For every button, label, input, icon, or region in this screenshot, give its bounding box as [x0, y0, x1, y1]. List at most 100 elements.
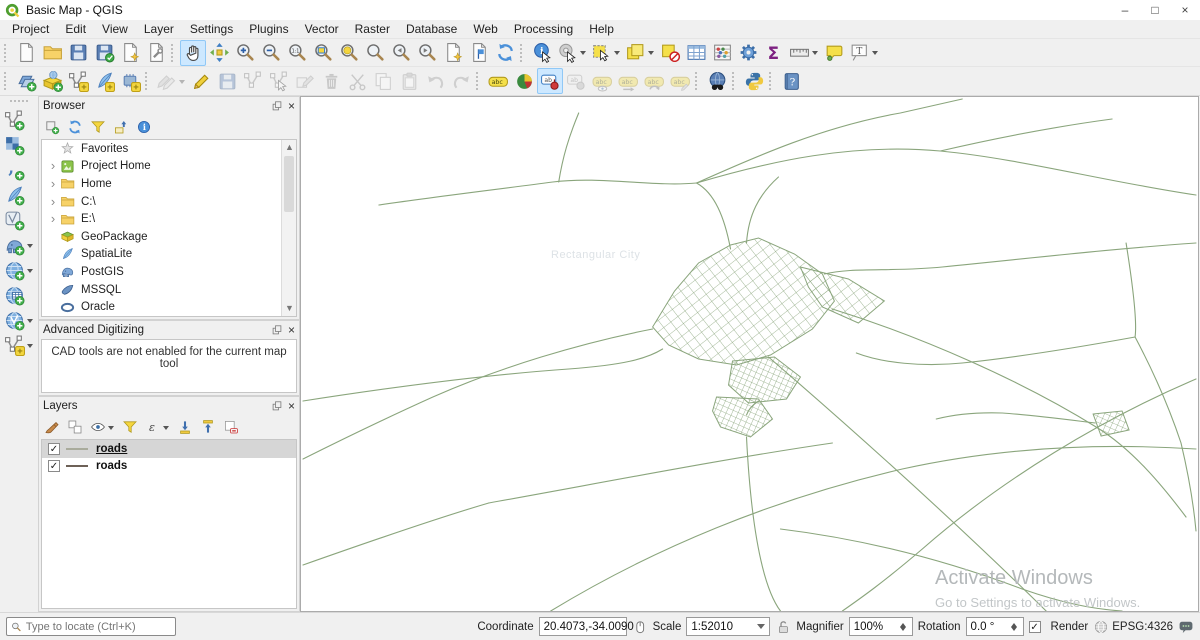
- zoom-full-button[interactable]: [310, 40, 336, 66]
- pan-map-button[interactable]: [180, 39, 206, 66]
- select-features-button[interactable]: [589, 40, 623, 66]
- zoom-native-button[interactable]: [284, 40, 310, 66]
- change-label-button[interactable]: [537, 68, 563, 94]
- modify-attributes-button[interactable]: [292, 68, 318, 94]
- new-bookmark-button[interactable]: [440, 40, 466, 66]
- browser-item-postgis[interactable]: PostGIS: [42, 263, 296, 281]
- menu-project[interactable]: Project: [4, 22, 57, 36]
- collapse-all-layers-button[interactable]: [198, 417, 218, 437]
- spinner-arrows[interactable]: [899, 620, 910, 633]
- toolbar-handle[interactable]: [4, 72, 9, 90]
- zoom-to-layer-button[interactable]: [362, 40, 388, 66]
- open-attribute-table-button[interactable]: [683, 40, 709, 66]
- new-temporary-scratch-layer-button[interactable]: [117, 68, 143, 94]
- add-wms-layer-button[interactable]: [0, 258, 38, 283]
- layer-labeling-button[interactable]: [485, 68, 511, 94]
- show-layout-manager-button[interactable]: [143, 40, 169, 66]
- new-virtual-layer-button[interactable]: [0, 333, 38, 358]
- float-panel-icon[interactable]: [271, 400, 283, 412]
- add-wcs-layer-button[interactable]: [0, 283, 38, 308]
- save-project-button[interactable]: [65, 40, 91, 66]
- measure-line-dropdown[interactable]: [812, 51, 818, 58]
- close-panel-icon[interactable]: ×: [288, 324, 295, 336]
- toolbar-handle[interactable]: [171, 43, 176, 62]
- close-panel-icon[interactable]: ×: [288, 100, 295, 112]
- menu-vector[interactable]: Vector: [297, 22, 347, 36]
- show-bookmarks-button[interactable]: [466, 40, 492, 66]
- scale-combobox[interactable]: 1:52010: [686, 617, 771, 636]
- current-edits-dropdown[interactable]: [179, 79, 185, 87]
- rotation-spinbox[interactable]: 0.0 °: [965, 617, 1024, 636]
- browser-item-spatialite[interactable]: SpatiaLite: [42, 246, 296, 264]
- vertex-tool-button[interactable]: [266, 68, 292, 94]
- layer-row[interactable]: ✓ roads: [42, 458, 296, 476]
- locator-input[interactable]: [25, 620, 171, 633]
- toolbar-handle[interactable]: [4, 43, 9, 62]
- spinner-arrows[interactable]: [1010, 620, 1021, 633]
- coordinate-field[interactable]: 20.4073,-34.0090: [538, 617, 634, 636]
- lock-scale-icon[interactable]: [775, 619, 791, 635]
- zoom-out-button[interactable]: [258, 40, 284, 66]
- open-project-button[interactable]: [39, 40, 65, 66]
- help-contents-button[interactable]: [778, 68, 804, 94]
- add-delimited-text-layer-button[interactable]: [0, 158, 38, 183]
- python-console-button[interactable]: [741, 68, 767, 94]
- scroll-up-icon[interactable]: ▲: [282, 140, 296, 155]
- crs-status[interactable]: EPSG:4326: [1093, 619, 1173, 635]
- refresh-browser-button[interactable]: [65, 117, 85, 137]
- menu-plugins[interactable]: Plugins: [241, 22, 296, 36]
- pan-to-selection-button[interactable]: [206, 40, 232, 66]
- browser-item-mssql[interactable]: MSSQL: [42, 281, 296, 299]
- new-print-layout-button[interactable]: [117, 40, 143, 66]
- zoom-to-selection-button[interactable]: [336, 40, 362, 66]
- select-features-dropdown[interactable]: [614, 51, 620, 58]
- map-canvas[interactable]: Rectangular City Activate Windows Go to …: [300, 96, 1199, 612]
- toolbar-handle[interactable]: [145, 72, 150, 90]
- chevron-down-icon[interactable]: [757, 624, 766, 633]
- render-check-icon[interactable]: ✓: [1028, 620, 1041, 633]
- toolbar-handle[interactable]: [695, 72, 700, 90]
- show-hidden-labels-button[interactable]: [589, 68, 615, 94]
- identify-features-button[interactable]: [529, 40, 555, 66]
- layer-row[interactable]: ✓ roads: [42, 440, 296, 458]
- processing-toolbox-button[interactable]: [735, 40, 761, 66]
- digitize-segment-button[interactable]: [240, 68, 266, 94]
- new-spatialite-layer-button[interactable]: [91, 68, 117, 94]
- toolbar-handle[interactable]: [520, 43, 525, 62]
- copy-features-button[interactable]: [370, 68, 396, 94]
- add-vector-layer-button[interactable]: [0, 108, 38, 133]
- locator-search[interactable]: [6, 617, 176, 636]
- filter-by-expression-dropdown[interactable]: [163, 425, 169, 433]
- delete-selected-button[interactable]: [318, 68, 344, 94]
- messages-icon[interactable]: [1178, 619, 1194, 635]
- close-panel-icon[interactable]: ×: [288, 400, 295, 412]
- filter-legend-button[interactable]: [120, 417, 140, 437]
- add-wfs-layer-button[interactable]: [0, 308, 38, 333]
- manage-map-themes-button[interactable]: [88, 417, 117, 437]
- manage-map-themes-dropdown[interactable]: [108, 425, 114, 433]
- menu-database[interactable]: Database: [398, 22, 465, 36]
- maximize-button[interactable]: □: [1140, 0, 1170, 20]
- toolbar-handle[interactable]: [769, 72, 774, 90]
- expand-chevron[interactable]: ›: [46, 176, 60, 191]
- menu-edit[interactable]: Edit: [57, 22, 94, 36]
- add-raster-layer-button[interactable]: [0, 133, 38, 158]
- save-project-as-button[interactable]: [91, 40, 117, 66]
- remove-layer-button[interactable]: [221, 417, 241, 437]
- menu-layer[interactable]: Layer: [136, 22, 182, 36]
- add-spatialite-layer-button[interactable]: [0, 183, 38, 208]
- zoom-last-button[interactable]: [388, 40, 414, 66]
- browser-item-geopackage[interactable]: GeoPackage: [42, 228, 296, 246]
- expand-chevron[interactable]: ›: [46, 194, 60, 209]
- layer-diagram-button[interactable]: [511, 68, 537, 94]
- select-by-expression-button[interactable]: [623, 40, 657, 66]
- add-wfs-layer-dropdown[interactable]: [27, 319, 33, 326]
- cut-features-button[interactable]: [344, 68, 370, 94]
- close-button[interactable]: ×: [1170, 0, 1200, 20]
- deselect-features-button[interactable]: [657, 40, 683, 66]
- render-checkbox[interactable]: ✓ Render: [1028, 620, 1088, 633]
- add-group-button[interactable]: [65, 417, 85, 437]
- browser-item-oracle[interactable]: Oracle: [42, 298, 296, 316]
- menu-settings[interactable]: Settings: [182, 22, 241, 36]
- run-feature-action-button[interactable]: [555, 40, 589, 66]
